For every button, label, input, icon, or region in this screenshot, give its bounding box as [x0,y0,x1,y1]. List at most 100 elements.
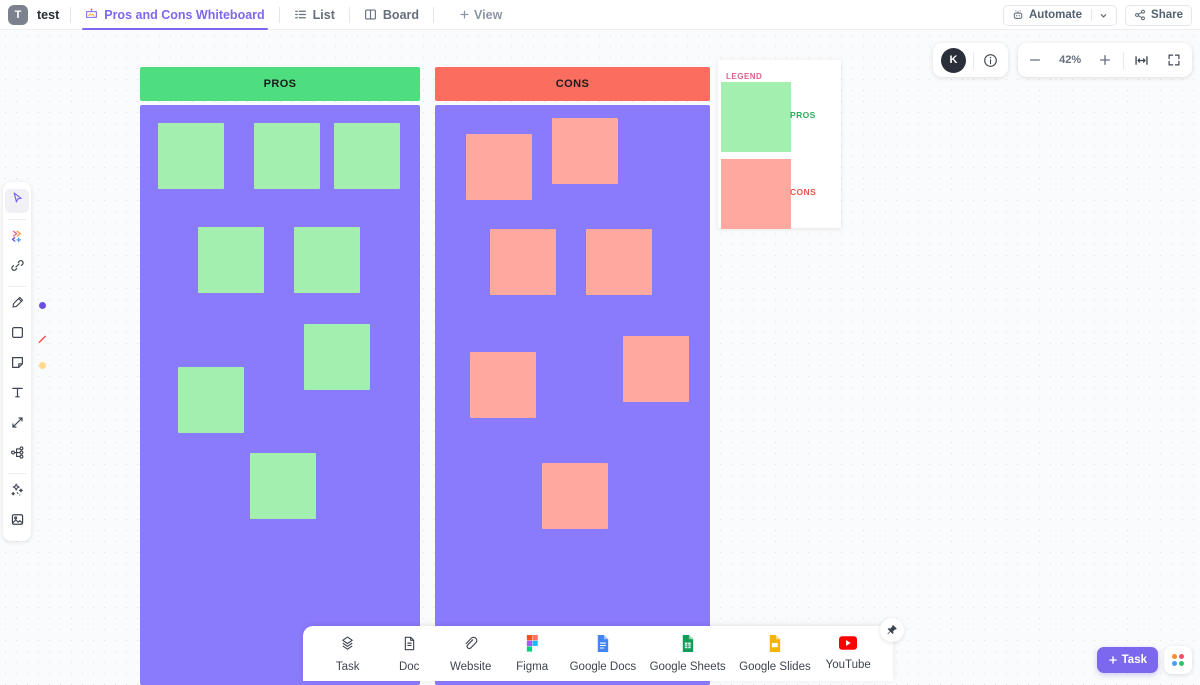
dock-label: Doc [398,660,420,673]
image-tool[interactable] [5,510,29,534]
fit-width-icon[interactable] [1128,45,1156,75]
text-tool[interactable] [5,383,29,407]
apps-grid-icon [1172,654,1184,666]
sticky-note[interactable] [490,229,556,295]
sticky-note[interactable] [304,324,370,390]
add-task-button[interactable]: Task [1096,647,1158,673]
cursor-icon [10,191,25,211]
zoom-in-button[interactable] [1092,45,1118,75]
select-tool[interactable] [5,189,29,213]
sticky-note-color-indicator [39,361,46,369]
sticky-note[interactable] [586,229,652,295]
column-body-cons[interactable] [435,105,710,685]
pin-dock-button[interactable] [880,618,904,642]
automate-label: Automate [1029,9,1083,21]
info-icon[interactable] [974,43,1006,77]
link-tool[interactable] [5,256,29,280]
dock-label: Google Docs [569,660,637,673]
board-icon [364,8,377,21]
whiteboard-icon [85,8,98,21]
tab-pros-and-cons-whiteboard[interactable]: Pros and Cons Whiteboard [82,0,269,30]
link-icon [10,258,25,278]
column-header-pros[interactable]: PROS [140,67,420,101]
insert-object-dock: Task Doc Website Figma Google Docs Googl… [303,626,893,681]
tab-board[interactable]: Board [361,0,422,29]
connector-tool[interactable] [5,413,29,437]
collaborator-controls: K [933,43,1008,77]
legend-title: LEGEND [726,72,763,81]
sticky-note[interactable] [250,453,316,519]
column-body-pros[interactable] [140,105,420,685]
chevron-down-icon [1100,13,1107,18]
divider [8,473,26,474]
share-button[interactable]: Share [1125,4,1192,26]
shapes-template-tool[interactable] [5,226,29,250]
dock-item-website[interactable]: Website [447,635,495,673]
dock-item-google-sheets[interactable]: Google Sheets [650,634,726,673]
dock-item-doc[interactable]: Doc [385,635,433,673]
sticky-note[interactable] [254,123,320,189]
top-navigation-bar: T test Pros and Cons Whiteboard List Boa… [0,0,1200,30]
google-sheets-icon [680,634,695,657]
sticky-note[interactable] [198,227,264,293]
rectangle-color-indicator [38,331,47,343]
dock-item-google-docs[interactable]: Google Docs [569,634,637,673]
sticky-note[interactable] [294,227,360,293]
dock-label: Website [450,660,492,673]
divider [433,6,435,23]
dock-item-figma[interactable]: Figma [508,634,556,673]
sticky-note-icon [10,355,25,375]
sticky-note[interactable] [158,123,224,189]
mindmap-tool[interactable] [5,443,29,467]
pen-color-indicator [39,301,46,309]
dock-label: Figma [516,660,549,673]
dock-item-google-slides[interactable]: Google Slides [739,634,811,673]
pen-tool[interactable] [5,293,46,317]
legend-label-cons: CONS [790,187,817,197]
add-view-button[interactable]: View [459,8,502,22]
apps-grid-button[interactable] [1164,646,1192,674]
sticky-note-tool[interactable] [5,353,46,377]
column-title: CONS [555,78,590,90]
dock-item-youtube[interactable]: YouTube [824,636,872,671]
legend-swatch-cons [721,159,791,229]
board-column-cons[interactable]: CONS [435,67,710,685]
column-header-cons[interactable]: CONS [435,67,710,101]
clickup-whiteboard-app: T test Pros and Cons Whiteboard List Boa… [0,0,1200,685]
add-view-label: View [474,7,503,22]
sticky-note[interactable] [466,134,532,200]
legend-panel[interactable]: LEGEND PROS CONS [718,60,841,229]
whiteboard-canvas[interactable]: PROS CONS LEGEND PROS CONS K 42% [0,30,1200,685]
tab-label: Board [382,7,420,22]
sticky-note[interactable] [542,463,608,529]
dock-label: Task [335,660,360,673]
tab-label: List [312,7,335,22]
zoom-out-button[interactable] [1022,45,1048,75]
sticky-note[interactable] [470,352,536,418]
workspace-name: test [37,7,60,22]
ai-magic-tool[interactable] [5,480,29,504]
board-column-pros[interactable]: PROS [140,67,420,685]
sticky-note[interactable] [334,123,400,189]
topbar-actions: Automate Share [1003,0,1192,30]
magic-wand-icon [10,482,25,502]
avatar[interactable]: K [941,47,966,73]
zoom-level: 42% [1059,54,1082,66]
column-title: PROS [263,78,297,90]
sticky-note[interactable] [552,118,618,184]
dock-item-task[interactable]: Task [324,635,372,673]
sticky-note[interactable] [623,336,689,402]
tab-list[interactable]: List [291,0,338,29]
image-icon [10,512,25,532]
workspace-avatar[interactable]: T [8,4,28,25]
rectangle-tool[interactable] [5,323,46,347]
pen-icon [10,295,25,315]
automate-button[interactable]: Automate [1003,4,1118,26]
fullscreen-icon[interactable] [1160,45,1188,75]
legend-swatch-pros [721,82,791,152]
doc-icon [401,635,418,657]
rectangle-icon [10,325,25,345]
plus-icon [1108,656,1117,664]
sticky-note[interactable] [178,367,244,433]
task-icon [339,635,356,657]
